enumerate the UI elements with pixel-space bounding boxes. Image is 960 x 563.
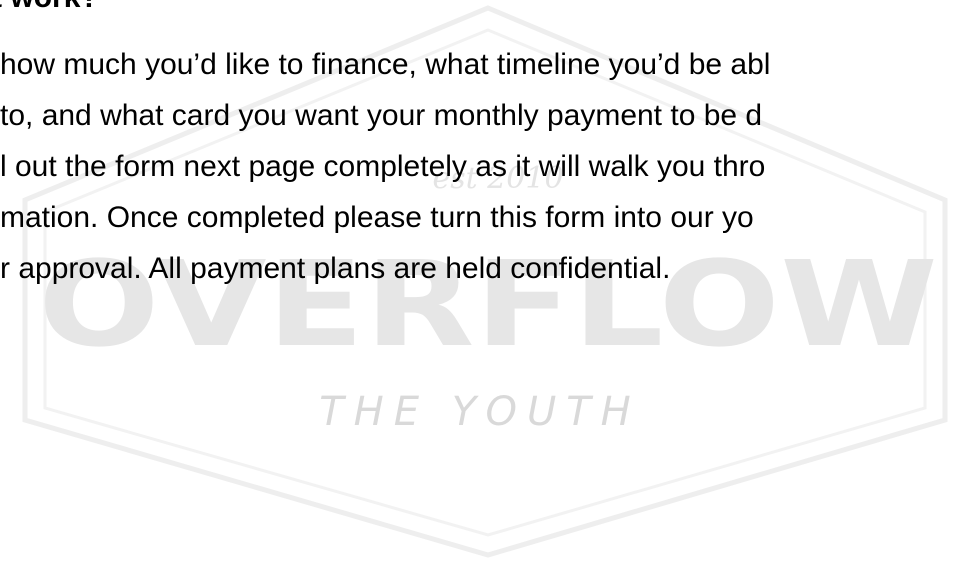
body-line-4: mation. Once completed please turn this … <box>0 201 754 234</box>
watermark-tagline-text: THE YOUTH <box>319 389 641 435</box>
body-line-3: l out the form next page completely as i… <box>0 150 766 183</box>
body-line-2: to, and what card you want your monthly … <box>0 99 763 132</box>
document-page: est 2010 OVERFLOW THE YOUTH es it work? … <box>0 0 960 563</box>
body-line-1: how much you’d like to finance, what tim… <box>0 48 771 81</box>
section-heading: es it work? <box>0 0 99 15</box>
body-line-5: r approval. All payment plans are held c… <box>0 252 671 285</box>
